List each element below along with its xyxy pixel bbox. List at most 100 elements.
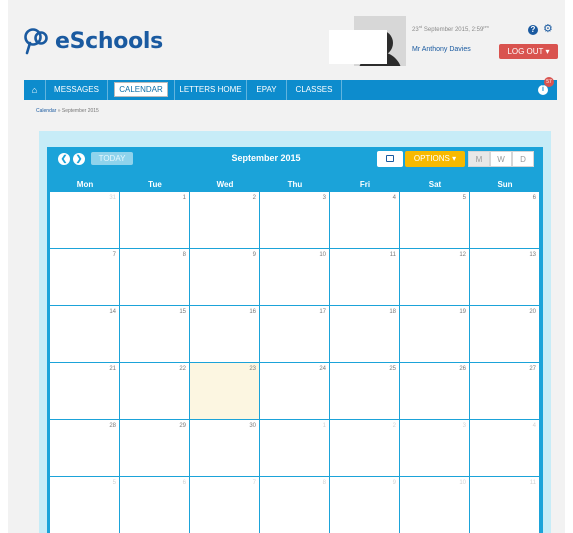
view-week-button[interactable]: W <box>490 151 512 167</box>
date-suffix: rd <box>418 24 423 29</box>
calendar-day-cell[interactable]: 6 <box>470 192 540 249</box>
calendar-day-cell[interactable]: 9 <box>190 249 260 306</box>
calendar-day-cell[interactable]: 8 <box>260 477 330 533</box>
calendar-day-cell[interactable]: 3 <box>400 420 470 477</box>
calendar-day-cell[interactable]: 10 <box>260 249 330 306</box>
calendar-day-cell[interactable]: 17 <box>260 306 330 363</box>
calendar-day-cell[interactable]: 3 <box>260 192 330 249</box>
help-icon[interactable]: ? <box>528 25 538 35</box>
calendar-day-cell[interactable]: 2 <box>190 192 260 249</box>
calendar-day-cell[interactable]: 5 <box>400 192 470 249</box>
calendar-day-cell[interactable]: 29 <box>120 420 190 477</box>
day-number: 8 <box>322 480 326 486</box>
day-number: 8 <box>182 252 186 258</box>
view-month-button[interactable]: M <box>468 151 490 167</box>
day-number: 2 <box>252 195 256 201</box>
calendar-day-cell[interactable]: 6 <box>120 477 190 533</box>
calendar-day-cell[interactable]: 30 <box>190 420 260 477</box>
logo-text: eSchools <box>55 28 163 54</box>
breadcrumb-calendar[interactable]: Calendar <box>36 108 56 114</box>
calendar-day-cell[interactable]: 24 <box>260 363 330 420</box>
weekday-sat: Sat <box>428 180 442 189</box>
calendar-day-cell[interactable]: 5 <box>50 477 120 533</box>
day-number: 27 <box>529 366 536 372</box>
nav-epay-label: EPAY <box>256 85 277 94</box>
calendar-day-cell[interactable]: 23 <box>190 363 260 420</box>
calendar-day-cell[interactable]: 11 <box>470 477 540 533</box>
day-number: 7 <box>112 252 116 258</box>
gear-icon[interactable]: ⚙ <box>543 23 553 35</box>
calendar-day-cell[interactable]: 22 <box>120 363 190 420</box>
day-number: 9 <box>252 252 256 258</box>
logout-button[interactable]: LOG OUT ▾ <box>499 44 558 59</box>
date-rest: September 2015, 2:59 <box>423 27 484 33</box>
calendar-day-cell[interactable]: 7 <box>50 249 120 306</box>
options-button[interactable]: OPTIONS ▾ <box>405 151 465 167</box>
day-number: 23 <box>249 366 256 372</box>
weekday-mon: Mon <box>76 180 94 189</box>
calendar-day-cell[interactable]: 16 <box>190 306 260 363</box>
calendar-day-cell[interactable]: 27 <box>470 363 540 420</box>
calendar-day-cell[interactable]: 4 <box>330 192 400 249</box>
day-number: 17 <box>319 309 326 315</box>
prev-month-button[interactable]: ❮ <box>58 153 70 165</box>
calendar-day-cell[interactable]: 15 <box>120 306 190 363</box>
day-number: 25 <box>389 366 396 372</box>
day-number: 3 <box>462 423 466 429</box>
day-number: 5 <box>462 195 466 201</box>
eschools-logo[interactable]: eSchools <box>22 26 163 56</box>
calendar-day-cell[interactable]: 4 <box>470 420 540 477</box>
page: eSchools 23rd September 2015, 2:59pm Mr … <box>8 0 565 533</box>
calendar-day-cell[interactable]: 19 <box>400 306 470 363</box>
calendar-day-cell[interactable]: 2 <box>330 420 400 477</box>
nav-letters-home[interactable]: LETTERS HOME <box>175 80 247 100</box>
logo-mark-icon <box>24 28 48 55</box>
weekday-thu: Thu <box>287 180 303 189</box>
calendar-day-cell[interactable]: 1 <box>260 420 330 477</box>
calendar-day-cell[interactable]: 26 <box>400 363 470 420</box>
home-icon: ⌂ <box>31 85 38 95</box>
calendar-day-cell[interactable]: 10 <box>400 477 470 533</box>
calendar-day-cell[interactable]: 9 <box>330 477 400 533</box>
day-number: 21 <box>109 366 116 372</box>
calendar-day-cell[interactable]: 28 <box>50 420 120 477</box>
day-number: 20 <box>529 309 536 315</box>
day-number: 13 <box>529 252 536 258</box>
avatar-overlay <box>329 30 387 64</box>
nav-calendar-label: CALENDAR <box>114 82 168 97</box>
calendar-day-cell[interactable]: 25 <box>330 363 400 420</box>
calendar-day-cell[interactable]: 18 <box>330 306 400 363</box>
breadcrumb: Calendar » September 2015 <box>36 108 99 114</box>
day-number: 12 <box>459 252 466 258</box>
today-button[interactable]: TODAY <box>91 152 133 165</box>
nav-epay[interactable]: EPAY <box>247 80 287 100</box>
calendar-day-cell[interactable]: 14 <box>50 306 120 363</box>
nav-calendar[interactable]: CALENDAR <box>108 80 175 100</box>
calendar-day-cell[interactable]: 31 <box>50 192 120 249</box>
day-number: 31 <box>109 195 116 201</box>
day-number: 6 <box>532 195 536 201</box>
calendar-day-cell[interactable]: 1 <box>120 192 190 249</box>
day-number: 18 <box>389 309 396 315</box>
nav-classes[interactable]: CLASSES <box>287 80 342 100</box>
calendar-day-cell[interactable]: 7 <box>190 477 260 533</box>
next-month-button[interactable]: ❯ <box>73 153 85 165</box>
calendar-day-cell[interactable]: 8 <box>120 249 190 306</box>
day-number: 2 <box>392 423 396 429</box>
breadcrumb-current: September 2015 <box>61 108 99 114</box>
day-number: 5 <box>112 480 116 486</box>
day-number: 4 <box>532 423 536 429</box>
view-day-button[interactable]: D <box>512 151 534 167</box>
nav-messages[interactable]: MESSAGES <box>46 80 108 100</box>
date-day: 23 <box>412 27 419 33</box>
calendar-day-cell[interactable]: 11 <box>330 249 400 306</box>
calendar-day-cell[interactable]: 21 <box>50 363 120 420</box>
day-number: 3 <box>322 195 326 201</box>
calendar-day-cell[interactable]: 20 <box>470 306 540 363</box>
main-navbar: ⌂ MESSAGES CALENDAR LETTERS HOME EPAY CL… <box>24 77 557 100</box>
user-name[interactable]: Mr Anthony Davies <box>412 46 471 53</box>
nav-home[interactable]: ⌂ <box>24 80 46 100</box>
calendar-day-cell[interactable]: 13 <box>470 249 540 306</box>
breadcrumb-separator: » <box>57 108 61 114</box>
calendar-day-cell[interactable]: 12 <box>400 249 470 306</box>
